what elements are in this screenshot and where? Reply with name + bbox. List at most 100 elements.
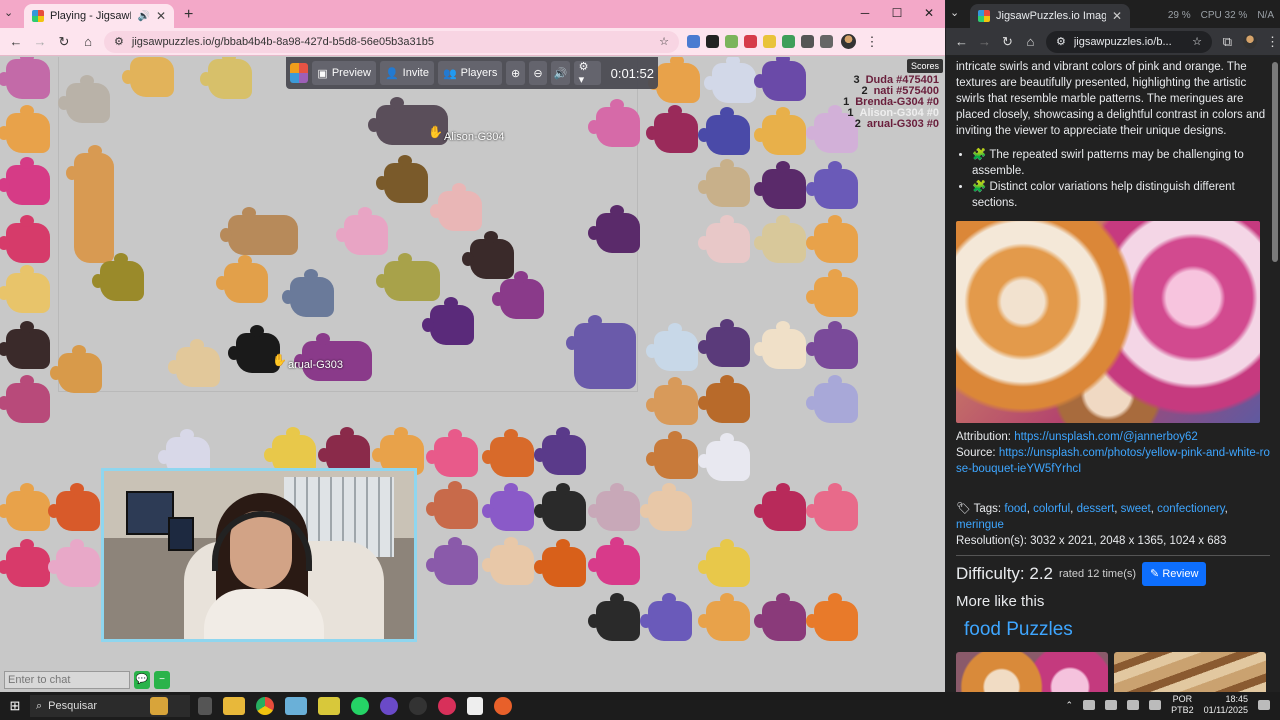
review-button[interactable]: ✎ Review [1142, 562, 1207, 586]
bookmark-star-icon[interactable]: ☆ [659, 35, 669, 48]
puzzle-piece[interactable] [646, 323, 698, 371]
zoom-out-button[interactable]: ⊖ [528, 61, 548, 85]
extension-yellow-icon[interactable] [763, 35, 776, 48]
category-link[interactable]: food Puzzles [964, 620, 1270, 639]
chrome-icon[interactable] [256, 697, 274, 715]
profile-avatar[interactable] [841, 34, 856, 49]
puzzle-piece[interactable] [0, 105, 50, 153]
chevron-up-icon[interactable]: ⌃ [1066, 700, 1074, 711]
sound-button[interactable]: 🔊 [551, 61, 570, 85]
jigsaw-logo-icon[interactable] [290, 63, 309, 83]
close-tab-icon[interactable]: ✕ [156, 9, 166, 23]
puzzle-piece[interactable] [698, 539, 750, 587]
close-tab-icon[interactable]: ✕ [1112, 9, 1122, 23]
extensions-puzzle-icon[interactable] [820, 35, 833, 48]
puzzle-piece[interactable] [806, 483, 858, 531]
app-icon[interactable] [380, 697, 398, 715]
puzzle-piece[interactable] [0, 157, 50, 205]
tag-link[interactable]: meringue [956, 519, 1004, 531]
lighthouse-icon[interactable] [150, 697, 168, 715]
new-tab-button[interactable]: + [184, 6, 193, 24]
puzzle-piece[interactable] [698, 375, 750, 423]
language-indicator[interactable]: POR PTB2 [1171, 694, 1194, 716]
site-info-icon[interactable]: ⚙ [114, 35, 124, 48]
puzzle-piece[interactable] [66, 145, 114, 263]
tag-link[interactable]: food [1004, 503, 1026, 515]
puzzle-piece[interactable] [754, 321, 806, 369]
puzzle-piece[interactable] [646, 105, 698, 153]
site-info-icon[interactable]: ⚙ [1056, 35, 1066, 48]
home-icon[interactable]: ⌂ [1023, 34, 1038, 49]
puzzle-piece[interactable] [588, 537, 640, 585]
puzzle-piece[interactable] [588, 593, 640, 641]
puzzle-piece[interactable] [704, 57, 756, 103]
invite-button[interactable]: 👤 Invite [379, 61, 434, 85]
obs-icon[interactable] [409, 697, 427, 715]
puzzle-piece[interactable] [646, 431, 698, 479]
puzzle-piece[interactable] [754, 593, 806, 641]
puzzle-piece[interactable] [376, 155, 428, 203]
task-view-icon[interactable] [198, 697, 212, 715]
puzzle-piece[interactable] [0, 321, 50, 369]
puzzle-piece[interactable] [754, 107, 806, 155]
puzzle-piece[interactable] [806, 593, 858, 641]
related-thumbnail[interactable] [1114, 652, 1266, 692]
puzzle-piece[interactable] [282, 269, 334, 317]
bookmark-star-icon[interactable]: ☆ [1192, 35, 1202, 48]
puzzle-piece[interactable] [806, 269, 858, 317]
home-icon[interactable]: ⌂ [80, 34, 96, 49]
puzzle-piece[interactable] [588, 483, 640, 531]
notes-icon[interactable] [318, 697, 340, 715]
extension-hills-icon[interactable] [725, 35, 738, 48]
puzzle-piece[interactable] [482, 429, 534, 477]
puzzle-piece[interactable] [0, 215, 50, 263]
players-button[interactable]: 👥 Players [437, 61, 503, 85]
extension-green-icon[interactable] [782, 35, 795, 48]
puzzle-piece[interactable] [0, 375, 50, 423]
puzzle-piece[interactable] [698, 159, 750, 207]
opera-icon[interactable] [438, 697, 456, 715]
url-field[interactable]: ⚙ jigsawpuzzles.io/g/bbab4b4b-8a98-427d-… [104, 30, 679, 53]
puzzle-piece[interactable] [50, 345, 102, 393]
puzzle-piece[interactable] [462, 231, 514, 279]
puzzle-piece[interactable] [48, 539, 100, 587]
whatsapp-icon[interactable] [351, 697, 369, 715]
volume-icon[interactable] [1149, 700, 1162, 710]
extension-grid-icon[interactable] [744, 35, 757, 48]
puzzle-piece[interactable] [754, 483, 806, 531]
tab-playing[interactable]: Playing - JigsawPuzzles.io 🔊 ✕ [24, 4, 174, 28]
tab-list-icon[interactable]: ⌄ [950, 6, 959, 19]
related-thumbnail[interactable] [956, 652, 1108, 692]
puzzle-piece[interactable] [430, 183, 482, 231]
puzzle-piece[interactable] [588, 205, 640, 253]
tab-image-page[interactable]: JigsawPuzzles.io Image - Vibra ✕ [970, 4, 1130, 28]
puzzle-piece[interactable] [422, 297, 474, 345]
puzzle-piece[interactable] [0, 483, 50, 531]
puzzle-piece[interactable] [698, 593, 750, 641]
back-icon[interactable]: ← [954, 34, 969, 49]
puzzle-piece[interactable] [534, 427, 586, 475]
puzzle-image[interactable] [956, 221, 1260, 423]
puzzle-game-area[interactable]: ✋ Alison-G304 ✋ arual-G303 ▣ Preview 👤 Inv… [0, 57, 945, 692]
puzzle-piece[interactable] [806, 161, 858, 209]
puzzle-piece[interactable] [566, 315, 636, 389]
puzzle-piece[interactable] [640, 483, 692, 531]
file-explorer-icon[interactable] [223, 697, 245, 715]
puzzle-piece[interactable] [376, 253, 440, 301]
wifi-icon[interactable] [1127, 700, 1140, 710]
reload-icon[interactable]: ↻ [1000, 34, 1015, 50]
maximize-icon[interactable]: ☐ [881, 6, 913, 20]
puzzle-piece[interactable] [648, 57, 700, 103]
puzzle-piece[interactable] [426, 481, 478, 529]
zoom-in-button[interactable]: ⊕ [506, 61, 525, 85]
puzzle-piece[interactable] [482, 537, 534, 585]
puzzle-piece[interactable] [122, 57, 174, 97]
puzzle-piece[interactable] [640, 593, 692, 641]
reload-icon[interactable]: ↻ [56, 34, 72, 50]
puzzle-piece[interactable] [492, 271, 544, 319]
puzzle-piece[interactable] [534, 539, 586, 587]
app-icon[interactable] [285, 697, 307, 715]
preview-button[interactable]: ▣ Preview [312, 61, 376, 85]
puzzle-piece[interactable] [168, 339, 220, 387]
speaker-icon[interactable]: 🔊 [137, 11, 149, 22]
